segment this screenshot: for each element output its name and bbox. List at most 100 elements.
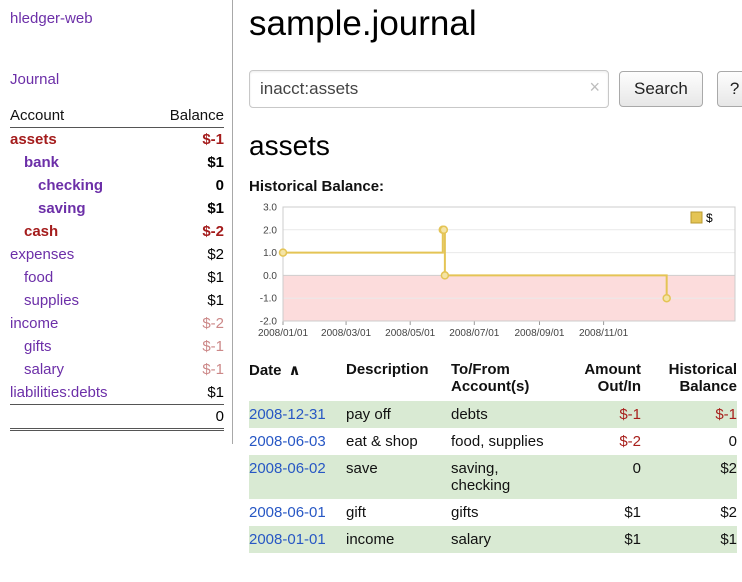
transaction-date-link[interactable]: 2008-12-31 — [249, 406, 326, 423]
transaction-row[interactable]: 2008-12-31pay offdebts$-1$-1 — [249, 401, 737, 428]
transaction-balance: $1 — [641, 526, 737, 553]
account-balance: $-2 — [148, 220, 224, 243]
transaction-accounts: debts — [451, 401, 569, 428]
x-axis-label: 2008/11/01 — [579, 328, 629, 339]
sort-ascending-icon: ∧ — [289, 362, 301, 379]
account-name-cell: liabilities:debts — [10, 381, 148, 405]
account-balance: $1 — [148, 381, 224, 405]
account-link[interactable]: assets — [10, 131, 57, 148]
x-axis-label: 2008/05/01 — [385, 328, 435, 339]
account-link[interactable]: saving — [38, 200, 86, 217]
account-row: gifts $-1 — [10, 335, 224, 358]
account-name-cell: expenses — [10, 243, 148, 266]
transaction-accounts: gifts — [451, 499, 569, 526]
transaction-description: income — [346, 526, 451, 553]
transaction-date-link[interactable]: 2008-01-01 — [249, 531, 326, 548]
transactions-header-row: Date∧ Description To/From Account(s) Amo… — [249, 359, 737, 401]
account-balance: $1 — [148, 151, 224, 174]
transaction-accounts: food, supplies — [451, 428, 569, 455]
clear-search-icon[interactable]: × — [589, 77, 600, 97]
accounts-header-row: Account Balance — [10, 104, 224, 128]
y-axis-label: 0.0 — [263, 271, 277, 282]
account-row: bank $1 — [10, 151, 224, 174]
transaction-row[interactable]: 2008-01-01incomesalary$1$1 — [249, 526, 737, 553]
legend-swatch — [691, 212, 702, 223]
transaction-amount: $-1 — [569, 401, 641, 428]
account-balance: $-1 — [148, 358, 224, 381]
account-row: saving$1 — [10, 197, 224, 220]
transaction-balance: $2 — [641, 455, 737, 499]
search-bar: × Search ? — [249, 70, 742, 108]
account-link[interactable]: gifts — [24, 338, 52, 355]
date-header-label: Date — [249, 362, 282, 379]
main-content: sample.journal × Search ? assets Histori… — [233, 0, 742, 553]
account-name-cell: checking — [10, 174, 148, 197]
account-link[interactable]: checking — [38, 177, 103, 194]
account-link[interactable]: bank — [24, 154, 59, 171]
transaction-date-cell: 2008-06-01 — [249, 499, 346, 526]
transaction-description: pay off — [346, 401, 451, 428]
y-axis-label: -2.0 — [260, 317, 278, 328]
transaction-row[interactable]: 2008-06-03eat & shopfood, supplies$-20 — [249, 428, 737, 455]
account-link[interactable]: salary — [24, 361, 64, 378]
chart-title: Historical Balance: — [249, 178, 742, 195]
account-balance: $1 — [148, 266, 224, 289]
transaction-description: gift — [346, 499, 451, 526]
column-header-balance: Historical Balance — [641, 359, 737, 401]
accounts-table: Account Balance assets$-1bank$1checking0… — [10, 104, 224, 431]
help-button[interactable]: ? — [717, 71, 742, 107]
transaction-description: save — [346, 455, 451, 499]
account-link[interactable]: expenses — [10, 246, 74, 263]
transaction-balance: $-1 — [641, 401, 737, 428]
account-name-cell: saving — [10, 197, 148, 220]
account-name-cell: salary — [10, 358, 148, 381]
app-window: hledger-web Journal Account Balance asse… — [0, 0, 742, 553]
transaction-amount: $1 — [569, 526, 641, 553]
transaction-date-link[interactable]: 2008-06-03 — [249, 433, 326, 450]
transaction-date-link[interactable]: 2008-06-02 — [249, 460, 326, 477]
transaction-amount: 0 — [569, 455, 641, 499]
account-link[interactable]: cash — [24, 223, 58, 240]
y-axis-label: 1.0 — [263, 248, 277, 259]
transaction-amount: $1 — [569, 499, 641, 526]
account-row: assets$-1 — [10, 128, 224, 152]
account-row: cash $-2 — [10, 220, 224, 243]
search-button[interactable]: Search — [619, 71, 703, 107]
account-link[interactable]: liabilities:debts — [10, 384, 108, 401]
account-row: income $-2 — [10, 312, 224, 335]
account-balance: $-2 — [148, 312, 224, 335]
account-heading: assets — [249, 130, 742, 162]
page-title: sample.journal — [249, 4, 742, 44]
search-input-wrap: × — [249, 70, 609, 108]
accounts-total-balance: 0 — [148, 405, 224, 430]
transaction-balance: $2 — [641, 499, 737, 526]
transactions-table: Date∧ Description To/From Account(s) Amo… — [249, 359, 737, 553]
account-row: expenses$2 — [10, 243, 224, 266]
sidebar: hledger-web Journal Account Balance asse… — [0, 0, 233, 444]
search-input[interactable] — [249, 70, 609, 108]
x-axis-label: 2008/01/01 — [258, 328, 308, 339]
account-link[interactable]: supplies — [24, 292, 79, 309]
transaction-date-cell: 2008-12-31 — [249, 401, 346, 428]
legend-label: $ — [706, 211, 713, 225]
nav-journal-link[interactable]: Journal — [10, 71, 224, 88]
account-row: food $1 — [10, 266, 224, 289]
account-rows: assets$-1bank$1checking0saving$1cash$-2e… — [10, 128, 224, 405]
y-axis-label: 3.0 — [263, 203, 277, 214]
balance-chart: 3.02.01.00.0-1.0-2.02008/01/012008/03/01… — [249, 199, 739, 347]
account-row: checking0 — [10, 174, 224, 197]
account-link[interactable]: income — [10, 315, 58, 332]
transaction-row[interactable]: 2008-06-02savesaving, checking0$2 — [249, 455, 737, 499]
account-balance: $-1 — [148, 335, 224, 358]
account-name-cell: assets — [10, 128, 148, 152]
brand-link[interactable]: hledger-web — [10, 10, 224, 27]
account-link[interactable]: food — [24, 269, 53, 286]
column-header-description: Description — [346, 359, 451, 401]
transaction-date-link[interactable]: 2008-06-01 — [249, 504, 326, 521]
transaction-date-cell: 2008-06-02 — [249, 455, 346, 499]
account-row: supplies$1 — [10, 289, 224, 312]
transaction-accounts: salary — [451, 526, 569, 553]
transaction-row[interactable]: 2008-06-01 giftgifts$1$2 — [249, 499, 737, 526]
transaction-amount: $-2 — [569, 428, 641, 455]
column-header-date[interactable]: Date ∧ — [249, 359, 346, 401]
